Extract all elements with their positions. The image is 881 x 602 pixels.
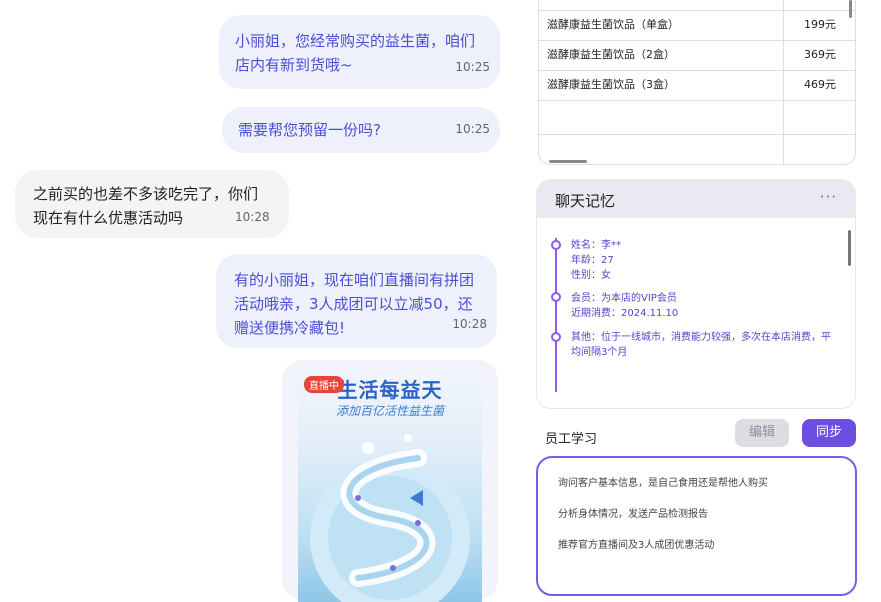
table-header-name: 商品名称 bbox=[639, 0, 683, 10]
message-bubble: 需要帮您预留一份吗? 10:25 bbox=[222, 107, 500, 153]
chat-panel: 小丽姐，您经常购买的益生菌，咱们店内有新到货哦~ 10:25 需要帮您预留一份吗… bbox=[0, 0, 520, 602]
employee-learning-box[interactable]: 询问客户基本信息，是自己食用还是帮他人购买 分析身体情况，发送产品检测报告 推荐… bbox=[536, 456, 857, 596]
memory-field-gender: 性别：女 bbox=[571, 270, 611, 281]
memory-field-member: 会员：为本店的VIP会员 bbox=[571, 293, 677, 304]
table-row-empty bbox=[539, 100, 855, 135]
product-name: 滋酵康益生菌饮品（2盒） bbox=[547, 48, 675, 61]
product-price: 469元 bbox=[783, 70, 855, 100]
live-badge: 直播中 bbox=[304, 376, 344, 393]
table-row[interactable]: 滋酵康益生菌饮品（单盒） 199元 bbox=[539, 10, 855, 41]
message-time: 10:25 bbox=[455, 60, 490, 74]
table-row[interactable]: 滋酵康益生菌饮品（2盒） 369元 bbox=[539, 40, 855, 71]
memory-timeline bbox=[555, 238, 557, 392]
table-row[interactable]: 滋酵康益生菌饮品（3盒） 469元 bbox=[539, 70, 855, 101]
message-text: 之前买的也差不多该吃完了，你们现在有什么优惠活动吗 bbox=[33, 185, 259, 227]
memory-header: 聊天记忆 ··· bbox=[537, 180, 855, 218]
message-time: 10:25 bbox=[455, 122, 490, 136]
product-name: 滋酵康益生菌饮品（单盒） bbox=[547, 18, 679, 31]
chat-memory-card: 聊天记忆 ··· 姓名：李** 年龄：27 性别：女 会员：为本店的VIP会员 … bbox=[537, 180, 855, 408]
memory-field-name: 姓名：李** bbox=[571, 240, 621, 251]
live-stream-image[interactable]: 生活每益天 直播中 添加百亿活性益生菌 bbox=[298, 372, 482, 602]
edit-button[interactable]: 编辑 bbox=[735, 419, 789, 447]
memory-field-age: 年龄：27 bbox=[571, 255, 614, 266]
learning-item: 分析身体情况，发送产品检测报告 bbox=[558, 509, 708, 520]
live-subtitle: 添加百亿活性益生菌 bbox=[335, 404, 444, 418]
product-price-table: 商品名称 价格 滋酵康益生菌饮品（单盒） 199元 滋酵康益生菌饮品（2盒） 3… bbox=[538, 0, 856, 165]
table-header-price: 价格 bbox=[783, 0, 855, 10]
message-text: 需要帮您预留一份吗? bbox=[238, 121, 381, 139]
learning-item: 询问客户基本信息，是自己食用还是帮他人购买 bbox=[558, 478, 768, 489]
sync-button[interactable]: 同步 bbox=[802, 419, 856, 447]
memory-scrollbar[interactable] bbox=[848, 230, 851, 266]
memory-field-other-cont: 均间隔3个月 bbox=[571, 347, 628, 358]
message-text: 小丽姐，您经常购买的益生菌，咱们店内有新到货哦~ bbox=[235, 32, 476, 74]
message-bubble: 有的小丽姐，现在咱们直播间有拼团活动哦亲，3人成团可以立减50，还赠送便携冷藏包… bbox=[216, 254, 497, 348]
live-stream-card[interactable]: 生活每益天 直播中 添加百亿活性益生菌 bbox=[282, 360, 498, 602]
more-options-icon[interactable]: ··· bbox=[820, 188, 837, 206]
message-bubble: 小丽姐，您经常购买的益生菌，咱们店内有新到货哦~ 10:25 bbox=[219, 15, 500, 89]
timeline-node bbox=[551, 332, 561, 342]
empty-cell bbox=[783, 100, 855, 134]
product-price: 199元 bbox=[783, 10, 855, 40]
vertical-scrollbar[interactable] bbox=[849, 0, 852, 18]
memory-field-recent: 近期消费：2024.11.10 bbox=[571, 308, 679, 319]
learning-item: 推荐官方直播间及3人成团优惠活动 bbox=[558, 540, 715, 551]
timeline-node bbox=[551, 292, 561, 302]
message-bubble: 之前买的也差不多该吃完了，你们现在有什么优惠活动吗 10:28 bbox=[15, 170, 289, 238]
horizontal-scrollbar[interactable] bbox=[549, 160, 587, 163]
timeline-node bbox=[551, 240, 561, 250]
message-text: 有的小丽姐，现在咱们直播间有拼团活动哦亲，3人成团可以立减50，还赠送便携冷藏包… bbox=[234, 271, 475, 337]
message-time: 10:28 bbox=[235, 210, 270, 224]
memory-field-other: 其他：位于一线城市，消费能力较强，多次在本店消费，平 bbox=[571, 332, 831, 343]
product-price: 369元 bbox=[783, 40, 855, 70]
message-time: 10:28 bbox=[452, 317, 487, 331]
probiotic-swirl-illustration bbox=[310, 434, 470, 602]
employee-learning-label: 员工学习 bbox=[545, 432, 598, 447]
memory-title: 聊天记忆 bbox=[555, 192, 616, 210]
empty-cell bbox=[783, 134, 855, 164]
product-name: 滋酵康益生菌饮品（3盒） bbox=[547, 78, 675, 91]
